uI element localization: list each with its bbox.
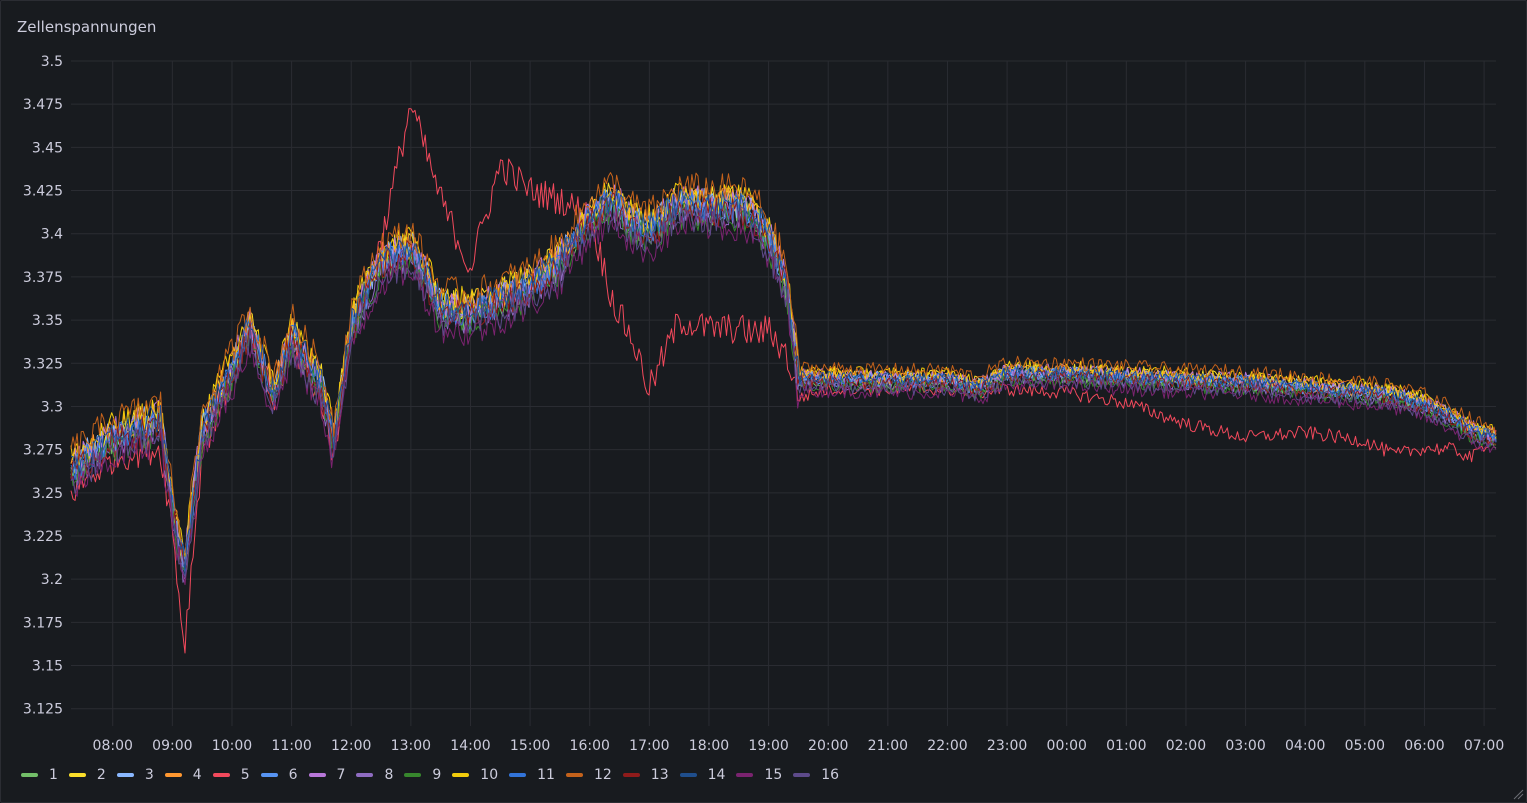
- legend-swatch: [452, 773, 470, 777]
- legend-item-8[interactable]: 8: [356, 767, 393, 783]
- y-tick-label: 3.475: [23, 97, 63, 113]
- legend-label: 2: [96, 767, 106, 783]
- legend-label: 8: [384, 767, 394, 783]
- y-axis: 3.125 3.15 3.175 3.2 3.225 3.25 3.275 3.3 3.325 3…: [23, 54, 63, 718]
- y-tick-label: 3.5: [41, 54, 63, 70]
- line-chart: 3.125 3.15 3.175 3.2 3.225 3.25 3.275 3.3 3.325 3…: [23, 54, 1505, 754]
- legend-swatch: [212, 773, 230, 777]
- legend-swatch: [21, 773, 38, 777]
- legend-item-16[interactable]: 16: [793, 767, 839, 783]
- x-tick-label: 23:00: [987, 738, 1027, 754]
- x-tick-label: 10:00: [212, 738, 252, 754]
- legend-label: 7: [336, 767, 346, 783]
- x-tick-label: 00:00: [1047, 738, 1087, 754]
- legend-item-9[interactable]: 9: [404, 767, 441, 783]
- legend-label: 11: [537, 767, 555, 783]
- legend-label: 14: [707, 767, 726, 783]
- legend-item-10[interactable]: 10: [452, 767, 498, 783]
- legend-label: 16: [821, 767, 840, 783]
- chart-panel: Zellenspannungen 3.125 3.15 3.175 3.2 3.225 3…: [0, 0, 1527, 803]
- x-tick-label: 16:00: [570, 738, 610, 754]
- x-tick-label: 17:00: [629, 738, 669, 754]
- x-tick-label: 14:00: [450, 738, 490, 754]
- y-tick-label: 3.375: [23, 270, 63, 286]
- legend-item-13[interactable]: 13: [622, 767, 669, 783]
- legend-swatch: [736, 773, 754, 777]
- legend-swatch: [404, 773, 422, 777]
- y-tick-label: 3.3: [41, 399, 63, 415]
- legend-label: 13: [650, 767, 669, 783]
- x-tick-label: 03:00: [1225, 738, 1265, 754]
- x-tick-label: 19:00: [748, 738, 788, 754]
- legend-label: 4: [192, 767, 202, 783]
- y-tick-label: 3.225: [23, 529, 63, 545]
- y-tick-label: 3.35: [32, 313, 63, 329]
- x-tick-label: 04:00: [1285, 738, 1325, 754]
- x-tick-label: 09:00: [152, 738, 192, 754]
- legend-item-12[interactable]: 12: [565, 767, 612, 783]
- legend-swatch: [793, 773, 811, 777]
- legend-swatch: [679, 773, 697, 777]
- legend-label: 10: [480, 767, 499, 783]
- legend-label: 9: [432, 767, 442, 783]
- x-axis: 08:00 09:00 10:00 11:00 12:00 13:00 14:00 15:00…: [93, 738, 1505, 754]
- x-tick-label: 07:00: [1464, 738, 1504, 754]
- resize-handle-icon[interactable]: [1512, 788, 1524, 800]
- legend-swatch: [68, 773, 86, 777]
- x-tick-label: 05:00: [1345, 738, 1385, 754]
- legend-label: 6: [288, 767, 298, 783]
- legend-swatch: [164, 773, 182, 777]
- y-tick-label: 3.2: [41, 572, 63, 588]
- legend-item-2[interactable]: 2: [68, 767, 106, 783]
- legend-label: 1: [49, 767, 58, 783]
- legend-item-7[interactable]: 7: [308, 767, 346, 783]
- legend-swatch: [565, 773, 583, 777]
- x-tick-label: 02:00: [1166, 738, 1206, 754]
- x-tick-label: 15:00: [510, 738, 550, 754]
- y-tick-label: 3.25: [32, 486, 63, 502]
- y-tick-label: 3.325: [23, 356, 63, 372]
- x-tick-label: 20:00: [808, 738, 848, 754]
- y-tick-label: 3.4: [41, 227, 63, 243]
- y-tick-label: 3.425: [23, 184, 63, 200]
- x-tick-label: 18:00: [689, 738, 729, 754]
- series-line-15: [70, 208, 1497, 586]
- legend-item-11[interactable]: 11: [509, 767, 555, 783]
- x-tick-label: 06:00: [1404, 738, 1444, 754]
- legend-item-5[interactable]: 5: [212, 767, 250, 783]
- series-line-11: [70, 190, 1497, 554]
- legend-item-1[interactable]: 1: [21, 767, 58, 783]
- x-tick-label: 22:00: [927, 738, 967, 754]
- legend-swatch: [509, 773, 527, 777]
- x-tick-label: 11:00: [271, 738, 311, 754]
- y-tick-label: 3.45: [32, 140, 63, 156]
- legend-label: 5: [240, 767, 250, 783]
- legend-label: 3: [144, 767, 154, 783]
- y-tick-label: 3.275: [23, 443, 63, 459]
- legend-label: 15: [764, 767, 783, 783]
- x-tick-label: 12:00: [331, 738, 371, 754]
- legend-swatch: [622, 773, 640, 777]
- x-tick-label: 13:00: [391, 738, 431, 754]
- legend-swatch: [116, 773, 134, 777]
- legend-item-6[interactable]: 6: [260, 767, 298, 783]
- legend-swatch: [356, 773, 374, 777]
- y-tick-label: 3.175: [23, 615, 63, 631]
- legend-item-14[interactable]: 14: [679, 767, 726, 783]
- legend-swatch: [308, 773, 326, 777]
- x-tick-label: 08:00: [93, 738, 133, 754]
- legend-item-3[interactable]: 3: [116, 767, 154, 783]
- legend-item-4[interactable]: 4: [164, 767, 202, 783]
- x-tick-label: 01:00: [1106, 738, 1146, 754]
- legend-swatch: [260, 773, 278, 777]
- legend-label: 12: [593, 767, 612, 783]
- legend: 1 2 3 4 5 6 7 8 9 10 11 12 13 14 15 16: [21, 767, 850, 783]
- legend-item-15[interactable]: 15: [736, 767, 782, 783]
- y-tick-label: 3.125: [23, 702, 63, 718]
- y-tick-label: 3.15: [32, 659, 63, 675]
- x-tick-label: 21:00: [868, 738, 908, 754]
